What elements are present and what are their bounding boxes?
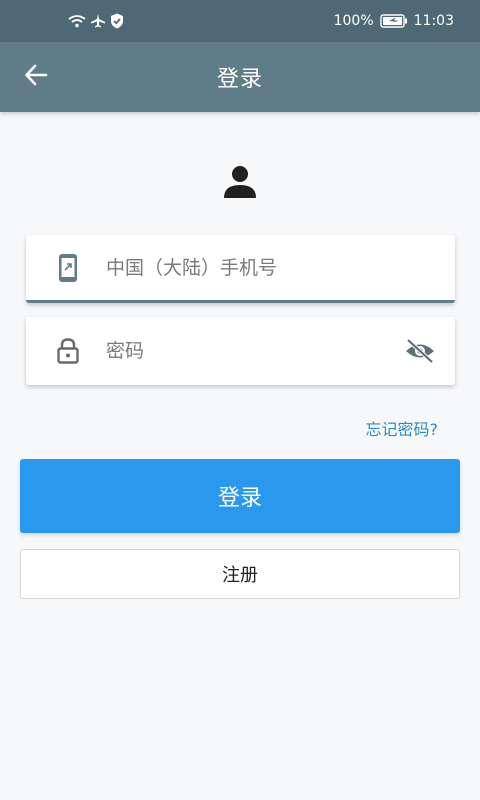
phone-input[interactable]	[106, 256, 455, 279]
app-bar: 登录	[0, 42, 480, 112]
wifi-icon	[68, 14, 86, 28]
arrow-left-icon	[24, 64, 48, 90]
airplane-icon	[90, 13, 106, 29]
lock-icon	[54, 337, 82, 365]
phone-icon	[54, 253, 82, 282]
battery-icon	[379, 14, 408, 28]
status-icons	[68, 13, 124, 29]
person-icon	[221, 162, 259, 200]
status-right: 100% 11:03	[334, 13, 454, 29]
login-button[interactable]: 登录	[20, 459, 460, 533]
back-button[interactable]	[16, 59, 56, 95]
shield-check-icon	[110, 13, 124, 29]
page-title: 登录	[216, 67, 263, 92]
register-button[interactable]: 注册	[20, 549, 460, 599]
phone-field[interactable]	[26, 235, 455, 303]
password-field[interactable]	[26, 317, 455, 385]
battery-percent: 100%	[333, 13, 374, 29]
eye-off-icon[interactable]	[403, 336, 437, 366]
forgot-password-link[interactable]: 忘记密码?	[366, 416, 439, 440]
status-bar: 100% 11:03	[0, 0, 480, 42]
password-input[interactable]	[106, 340, 403, 362]
status-time: 11:03	[413, 13, 454, 29]
